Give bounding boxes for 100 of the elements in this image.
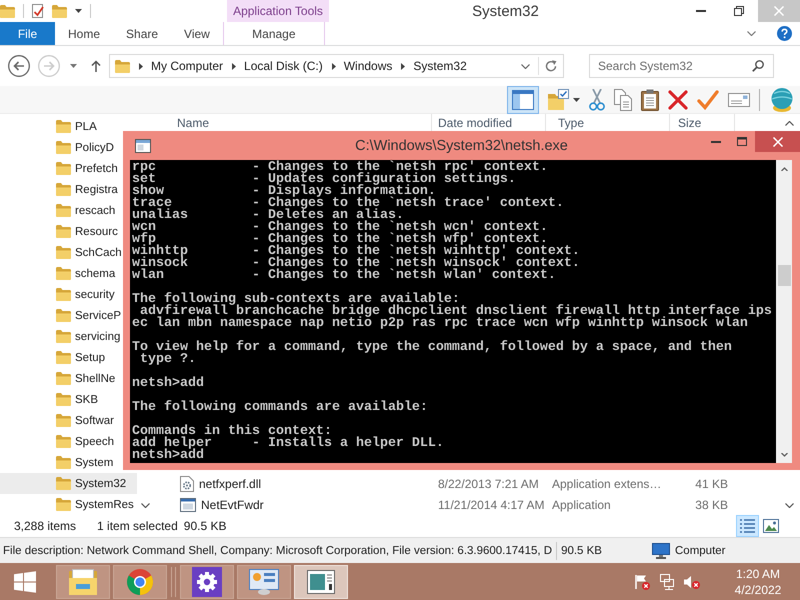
scissors-icon[interactable]	[589, 88, 605, 110]
window-title: C:\Windows\System32\netsh.exe	[355, 138, 568, 154]
speaker-muted-icon[interactable]	[684, 574, 700, 588]
details-view-icon[interactable]	[736, 515, 759, 537]
breadcrumb[interactable]: Local Disk (C:)	[244, 59, 323, 73]
envelope-icon[interactable]	[728, 92, 750, 106]
folder-icon	[56, 246, 71, 259]
breadcrumb[interactable]: System32	[413, 59, 467, 73]
taskbar-button[interactable]	[237, 564, 291, 598]
checkmark-icon[interactable]	[697, 90, 719, 110]
caret-icon[interactable]	[75, 9, 82, 13]
copy-icon[interactable]	[614, 88, 632, 110]
ribbon-tab[interactable]: View	[171, 22, 223, 45]
nav-item[interactable]: ShellNe	[0, 368, 116, 389]
minimize-icon	[696, 10, 706, 12]
refresh-icon[interactable]	[545, 60, 557, 72]
nav-item[interactable]: System	[0, 452, 114, 473]
folder-icon	[56, 351, 71, 364]
address-bar[interactable]: My Computer Local Disk (C:) Windows System32	[109, 54, 564, 78]
taskbar-button[interactable]	[113, 564, 167, 598]
taskbar-button[interactable]	[56, 564, 110, 598]
nav-item[interactable]: PolicyD	[0, 137, 114, 158]
nav-item[interactable]: ServiceP	[0, 305, 122, 326]
file-type: Application	[552, 498, 611, 512]
nav-item[interactable]: Resourc	[0, 221, 118, 242]
nav-item[interactable]: schema	[0, 263, 116, 284]
caret-icon[interactable]	[70, 64, 77, 68]
selection-count: 1 item selected	[97, 519, 178, 533]
folder-icon	[115, 60, 130, 72]
file-name: NetEvtFwdr	[201, 498, 264, 512]
breadcrumb-arrow-icon[interactable]	[232, 62, 236, 70]
nav-item[interactable]: Setup	[0, 347, 106, 368]
nav-item[interactable]: servicing	[0, 326, 120, 347]
breadcrumb-arrow-icon[interactable]	[332, 62, 336, 70]
nav-item[interactable]: System32	[0, 473, 137, 494]
location-label: Computer	[675, 544, 726, 556]
scroll-down-icon[interactable]	[141, 503, 150, 508]
up-arrow-icon[interactable]	[91, 60, 101, 72]
file-tab[interactable]: File	[0, 22, 55, 45]
ribbon-tab[interactable]: Home	[55, 22, 114, 45]
breadcrumb[interactable]: Windows	[344, 59, 392, 73]
console-line: To view help for a command, type the command, followed by a space, and then	[132, 342, 732, 354]
nav-item[interactable]: SKB	[0, 389, 98, 410]
console-line: netsh>add	[132, 378, 204, 390]
computer-icon	[652, 542, 670, 558]
folder-check-icon[interactable]	[548, 89, 569, 110]
nav-item[interactable]: SystemRes	[0, 494, 134, 515]
clipboard-icon[interactable]	[641, 88, 659, 110]
breadcrumb[interactable]: My Computer	[151, 59, 224, 73]
taskbar-button[interactable]	[180, 564, 234, 598]
breadcrumb-arrow-icon[interactable]	[139, 62, 143, 70]
scroll-down-icon[interactable]	[784, 503, 794, 508]
nav-item[interactable]: Speech	[0, 431, 114, 452]
folder-icon	[56, 372, 71, 385]
window-icon	[307, 570, 335, 594]
folder-icon	[56, 162, 71, 175]
console-icon	[135, 138, 151, 152]
chevron-down-icon[interactable]	[521, 64, 530, 68]
scrollbar[interactable]	[776, 160, 792, 463]
windows-logo-icon[interactable]	[14, 570, 36, 592]
flag-icon[interactable]	[634, 574, 650, 590]
properties-icon[interactable]	[32, 4, 44, 18]
nav-item[interactable]: Prefetch	[0, 158, 118, 179]
breadcrumb-arrow-icon[interactable]	[401, 62, 406, 70]
date-modified: 11/21/2014 4:17 AM	[438, 498, 545, 512]
cross-icon[interactable]	[668, 90, 688, 110]
folder-icon	[56, 330, 71, 343]
scroll-down-icon[interactable]	[780, 453, 788, 457]
file-name: netfxperf.dll	[199, 476, 262, 490]
caret-icon[interactable]	[573, 98, 580, 102]
nav-item[interactable]: Registra	[0, 179, 118, 200]
folder-icon	[56, 267, 71, 280]
search-field[interactable]: Search System32	[589, 54, 774, 78]
nav-item[interactable]: PLA	[0, 116, 97, 137]
ribbon-tab[interactable]: Share	[113, 22, 172, 45]
item-count: 3,288 items	[14, 519, 76, 533]
help-icon[interactable]	[777, 26, 792, 41]
collapse-up-icon[interactable]	[784, 121, 794, 126]
window-title: System32	[472, 2, 539, 20]
close-button[interactable]	[755, 131, 800, 152]
chevron-down-icon[interactable]	[747, 31, 756, 36]
nav-item[interactable]: security	[0, 284, 115, 305]
scrollbar-thumb[interactable]	[778, 265, 790, 286]
globe-icon[interactable]	[769, 88, 795, 112]
large-icons-view-icon[interactable]	[763, 519, 779, 533]
close-icon	[772, 136, 782, 146]
nav-item[interactable]: SchCach	[0, 242, 122, 263]
pane-layout-icon[interactable]	[507, 86, 539, 114]
folder-icon	[56, 288, 71, 301]
scroll-up-icon[interactable]	[780, 167, 788, 171]
network-icon[interactable]	[659, 574, 675, 590]
gear-icon	[192, 566, 222, 596]
context-tab-group-label: Application Tools	[227, 0, 329, 22]
nav-item[interactable]: rescach	[0, 200, 116, 221]
command-name: winhttp	[132, 246, 188, 258]
command-name: wfp	[132, 234, 156, 246]
file-size: 41 KB	[695, 476, 728, 490]
folder-icon	[68, 568, 98, 594]
nav-item[interactable]: Softwar	[0, 410, 114, 431]
console-line: The following commands are available:	[132, 402, 428, 414]
